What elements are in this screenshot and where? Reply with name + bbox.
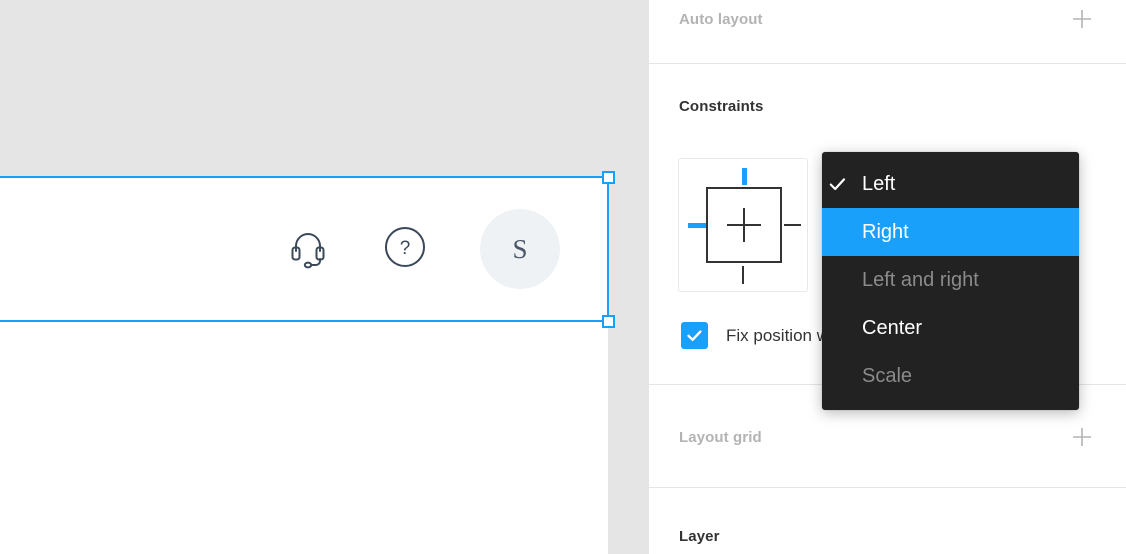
dropdown-item-left-and-right: Left and right	[822, 256, 1079, 304]
selection-handle-top-right[interactable]	[602, 171, 615, 184]
constraint-horizontal-dropdown[interactable]: Left Right Left and right Center Scale	[822, 152, 1079, 410]
constraints-widget[interactable]	[678, 158, 808, 292]
selection-edge-bottom	[0, 320, 609, 322]
help-circle-icon[interactable]: ?	[384, 226, 426, 273]
design-canvas[interactable]: ? S	[0, 0, 648, 554]
dropdown-item-left[interactable]: Left	[822, 160, 1079, 208]
section-auto-layout: Auto layout	[649, 0, 1126, 63]
frame-nav-icons: ? S	[0, 177, 608, 321]
constraints-title: Constraints	[679, 97, 764, 115]
dropdown-item-label: Right	[862, 220, 909, 243]
layout-grid-title: Layout grid	[679, 428, 762, 446]
avatar[interactable]: S	[480, 209, 560, 289]
layer-title: Layer	[679, 527, 720, 545]
selection-edge-top	[0, 176, 609, 178]
constraint-handle-top[interactable]	[742, 168, 747, 185]
headset-icon[interactable]	[286, 225, 330, 274]
constraints-header: Constraints	[649, 92, 1126, 120]
dropdown-item-label: Left	[862, 172, 896, 195]
constraint-handle-bottom[interactable]	[742, 266, 744, 284]
auto-layout-header: Auto layout	[649, 5, 1126, 33]
add-layout-grid-icon[interactable]	[1069, 424, 1095, 450]
dropdown-item-label: Center	[862, 316, 923, 339]
selection-edge-right	[607, 176, 609, 322]
constraint-handle-left[interactable]	[688, 223, 706, 228]
constraints-widget-crosshair-v	[743, 208, 745, 242]
fix-position-checkbox[interactable]	[681, 322, 708, 349]
dropdown-item-center[interactable]: Center	[822, 304, 1079, 352]
dropdown-item-scale: Scale	[822, 352, 1079, 400]
dropdown-item-label: Left and right	[862, 268, 979, 291]
avatar-initial: S	[512, 233, 528, 264]
frame-body-below	[0, 321, 608, 554]
layout-grid-header: Layout grid	[649, 423, 1126, 451]
add-auto-layout-icon[interactable]	[1069, 6, 1095, 32]
selection-handle-bottom-right[interactable]	[602, 315, 615, 328]
app-root: ? S Auto layout Constraints Layout grid …	[0, 0, 1126, 554]
layer-header: Layer	[649, 522, 1126, 550]
dropdown-item-right[interactable]: Right	[822, 208, 1079, 256]
check-icon	[828, 175, 862, 194]
auto-layout-title: Auto layout	[679, 10, 763, 28]
constraint-handle-right[interactable]	[784, 224, 801, 226]
section-layer: Layer	[649, 488, 1126, 554]
svg-text:?: ?	[400, 238, 411, 259]
dropdown-item-label: Scale	[862, 364, 913, 387]
